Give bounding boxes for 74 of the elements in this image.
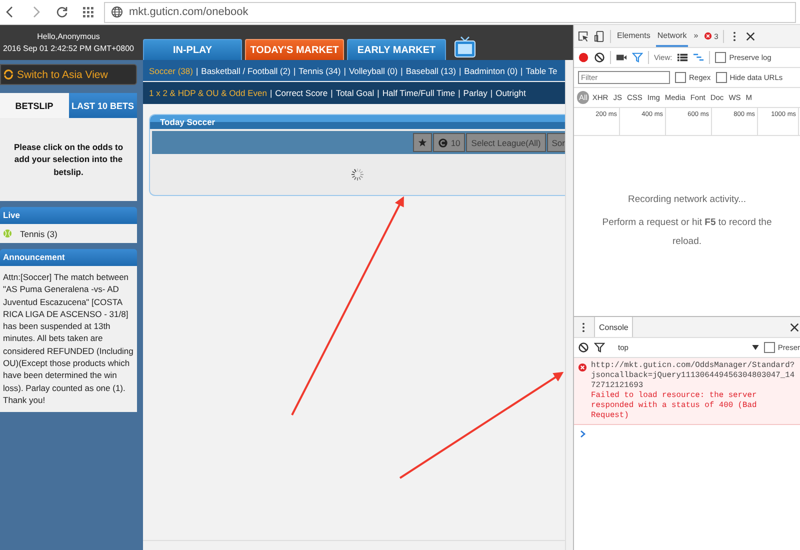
announcement-header: Announcement (0, 249, 137, 266)
separator-text: | (400, 66, 403, 76)
star-icon (418, 138, 427, 147)
empty-state-title: Recording network activity... (628, 194, 746, 204)
favorite-button[interactable] (412, 133, 432, 152)
betslip-tab[interactable]: BETSLIP (0, 93, 68, 118)
close-icon[interactable] (745, 30, 756, 42)
betslip-tab[interactable]: LAST 10 BETS (68, 93, 137, 118)
list-view-icon[interactable] (677, 52, 688, 63)
clear-icon[interactable] (594, 52, 605, 63)
sport-link[interactable]: Volleyball (0) (348, 66, 398, 76)
filter-icon[interactable] (594, 342, 605, 353)
caret-icon[interactable] (752, 345, 759, 350)
betslip-message: Please click on the odds to add your selection into the betslip. (12, 140, 124, 178)
clear-icon[interactable] (578, 342, 589, 353)
console-tab[interactable]: Console (594, 317, 634, 337)
separator-text: | (293, 66, 296, 76)
bet-type-link[interactable]: Half Time/Full Time (382, 88, 456, 98)
switch-view-button[interactable]: Switch to Asia View (0, 64, 137, 85)
waterfall-icon[interactable] (693, 52, 704, 63)
tv-icon[interactable] (454, 36, 476, 58)
record-icon[interactable] (578, 52, 589, 63)
separator-text: | (344, 66, 346, 76)
refresh-icon (438, 138, 448, 148)
prompt-icon[interactable] (580, 430, 586, 438)
live-sport-link[interactable]: Tennis (3) (20, 228, 58, 238)
sport-link[interactable]: Tennis (34) (298, 66, 341, 76)
bet-type-link[interactable]: Correct Score (275, 88, 328, 98)
live-header: Live (0, 207, 137, 224)
loading-spinner-icon (350, 167, 365, 182)
close-icon[interactable] (789, 322, 800, 332)
sport-link[interactable]: Soccer (38) (149, 66, 193, 76)
devtools-tab[interactable]: Elements (616, 26, 652, 46)
switch-view-label: Switch to Asia View (17, 68, 108, 80)
refresh-icon (3, 69, 14, 80)
greeting-text: Hello,Anonymous (37, 30, 100, 42)
separator-text: | (196, 66, 198, 76)
sport-link[interactable]: Badminton (0) (464, 66, 518, 76)
datetime-text: 2016 Sep 01 2:42:52 PM GMT+0800 (3, 42, 134, 54)
announcement-text: Attn:[Soccer] The match between "AS Puma Generalena -vs- AD Juventud Escazucena" [COSTA RICA LIGA DE ASCENSO - 31/8] has been suspended at 13th minutes. All bets taken are considered REFUNDED (Including OU)(Except those products which have been determined the win loss). Parlay counted as one (1). Thank you! (2, 271, 134, 407)
url-text: mkt.guticn.com/onebook (129, 6, 248, 18)
address-bar[interactable]: mkt.guticn.com/onebook (104, 2, 796, 22)
reload-icon[interactable] (56, 6, 68, 18)
horizontal-scrollbar[interactable] (143, 540, 565, 550)
camera-icon[interactable] (616, 52, 627, 63)
error-icon (704, 32, 712, 40)
vertical-scrollbar[interactable] (565, 60, 573, 550)
separator-text: | (458, 88, 460, 98)
globe-icon (111, 6, 123, 18)
bet-type-link[interactable]: Total Goal (336, 88, 374, 98)
separator-text: | (490, 88, 493, 98)
error-icon (578, 363, 587, 372)
bet-type-link[interactable]: 1 x 2 & HDP & OU & Odd Even (149, 88, 267, 98)
bet-type-link[interactable]: Outright (496, 88, 526, 98)
separator-text: | (270, 88, 272, 98)
market-tab[interactable]: IN-PLAY (143, 39, 242, 60)
tennis-ball-icon (3, 229, 12, 238)
devtools-tab[interactable]: Network (656, 26, 688, 46)
bet-type-link[interactable]: Parlay (463, 88, 488, 98)
more-tabs-button[interactable]: » (692, 26, 700, 46)
separator-text: | (330, 88, 333, 98)
sport-link[interactable]: Table Te (526, 66, 558, 76)
device-icon[interactable] (594, 30, 605, 42)
sport-link[interactable]: Baseball (13) (406, 66, 456, 76)
panel-title: Today Soccer (150, 115, 565, 129)
empty-state-hint: Perform a request or hit F5 to record the reload. (601, 216, 773, 248)
sport-link[interactable]: Basketball / Football (2) (201, 66, 290, 76)
separator-text: | (458, 66, 462, 76)
market-tab[interactable]: EARLY MARKET (347, 39, 446, 60)
separator-text: | (377, 88, 380, 98)
market-tab[interactable]: TODAY'S MARKET (245, 39, 344, 60)
inspect-icon[interactable] (578, 30, 589, 42)
apps-grid-icon[interactable] (82, 6, 94, 18)
separator-text: | (520, 66, 523, 76)
